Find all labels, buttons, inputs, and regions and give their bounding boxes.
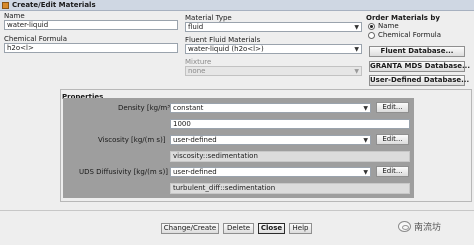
user-defined-database-button[interactable]: User-Defined Database... (369, 75, 469, 86)
viscosity-edit-button[interactable]: Edit... (376, 134, 409, 145)
uds-diffusivity-method-value: user-defined (173, 168, 217, 176)
app-icon (2, 2, 9, 9)
help-button[interactable]: Help (289, 223, 312, 234)
dialog-body: Name water-liquid Chemical Formula h2o<l… (0, 11, 474, 245)
chevron-down-icon: ▼ (363, 169, 368, 176)
viscosity-label: Viscosity [kg/(m s)] (98, 136, 166, 144)
density-method-dropdown[interactable]: constant ▼ (170, 103, 371, 113)
mixture-value: none (188, 67, 206, 75)
density-value-input[interactable]: 1000 (170, 119, 410, 129)
watermark-chat-icon (398, 221, 411, 232)
mixture-label: Mixture (185, 58, 212, 66)
order-by-formula-radio[interactable] (368, 32, 375, 39)
chevron-down-icon: ▼ (363, 105, 368, 112)
fluent-fluid-materials-dropdown[interactable]: water-liquid (h2o<l>) ▼ (185, 44, 362, 54)
fluent-fluid-materials-value: water-liquid (h2o<l>) (188, 45, 264, 53)
order-by-formula-label: Chemical Formula (378, 31, 442, 39)
uds-diffusivity-label: UDS Diffusivity [kg/(m s)] (79, 168, 169, 176)
uds-diffusivity-udf-value: turbulent_diff::sedimentation (170, 183, 410, 194)
fluent-fluid-materials-label: Fluent Fluid Materials (185, 36, 261, 44)
chevron-down-icon: ▼ (354, 24, 359, 31)
viscosity-method-dropdown[interactable]: user-defined ▼ (170, 135, 371, 145)
uds-diffusivity-edit-button[interactable]: Edit... (376, 166, 409, 177)
close-button[interactable]: Close (258, 223, 285, 234)
chevron-down-icon: ▼ (363, 137, 368, 144)
name-label: Name (4, 12, 25, 20)
density-label: Density [kg/m³] (118, 104, 173, 112)
density-method-value: constant (173, 104, 204, 112)
delete-button[interactable]: Delete (223, 223, 254, 234)
watermark-text: 南流坊 (414, 223, 442, 233)
chemical-formula-input[interactable]: h2o<l> (4, 43, 178, 53)
viscosity-udf-value: viscosity::sedimentation (170, 151, 410, 162)
uds-diffusivity-method-dropdown[interactable]: user-defined ▼ (170, 167, 371, 177)
material-type-value: fluid (188, 23, 204, 31)
chevron-down-icon: ▼ (354, 68, 359, 75)
chevron-down-icon: ▼ (354, 46, 359, 53)
change-create-button[interactable]: Change/Create (161, 223, 219, 234)
viscosity-method-value: user-defined (173, 136, 217, 144)
granta-mds-database-button[interactable]: GRANTA MDS Database... (369, 61, 470, 72)
density-edit-button[interactable]: Edit... (376, 102, 409, 113)
material-type-label: Material Type (185, 14, 232, 22)
window-title: Create/Edit Materials (12, 1, 96, 9)
order-by-name-label: Name (378, 22, 399, 30)
mixture-dropdown: none ▼ (185, 66, 362, 76)
name-input[interactable]: water-liquid (4, 20, 178, 30)
order-materials-label: Order Materials by (366, 14, 440, 22)
footer-divider (0, 210, 474, 211)
chemical-formula-label: Chemical Formula (4, 35, 68, 43)
order-by-name-radio[interactable] (368, 23, 375, 30)
title-bar: Create/Edit Materials (0, 0, 474, 11)
material-type-dropdown[interactable]: fluid ▼ (185, 22, 362, 32)
fluent-database-button[interactable]: Fluent Database... (369, 46, 465, 57)
